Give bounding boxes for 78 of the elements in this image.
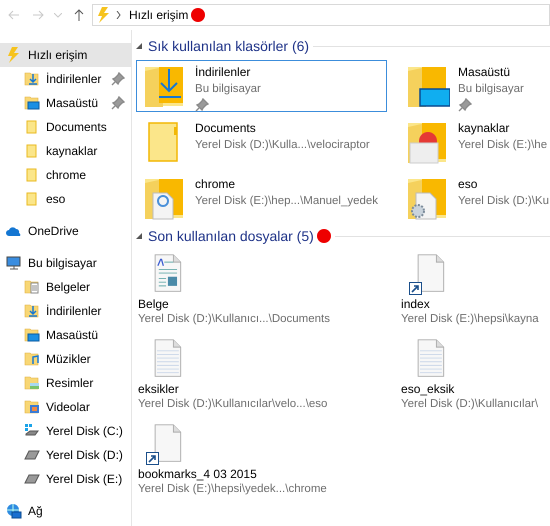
- nav-item[interactable]: Müzikler: [0, 347, 132, 371]
- nav-item[interactable]: Yerel Disk (C:): [0, 419, 132, 443]
- breadcrumb[interactable]: Hızlı erişim: [129, 6, 188, 24]
- file-name: Documents: [195, 120, 257, 137]
- file-name: index: [401, 297, 431, 312]
- file-name: Masaüstü: [458, 64, 512, 81]
- nav-item[interactable]: Videolar: [0, 395, 132, 419]
- section-header[interactable]: Son kullanılan dosyalar (5): [148, 226, 314, 246]
- file-tile[interactable]: eso_eksik Yerel Disk (D:)\Kullanıcılar\: [399, 337, 550, 413]
- network-icon: [6, 503, 22, 519]
- file-location: Bu bilgisayar: [458, 82, 524, 97]
- file-name: eso_eksik: [401, 382, 456, 397]
- nav-item[interactable]: eso: [0, 187, 132, 211]
- nav-item[interactable]: İndirilenler: [0, 67, 132, 91]
- nav-item[interactable]: Bu bilgisayar: [0, 251, 132, 275]
- videos-folder-icon: [24, 399, 40, 415]
- drive-icon: [24, 450, 40, 460]
- nav-item[interactable]: Belgeler: [0, 275, 132, 299]
- nav-item[interactable]: Yerel Disk (E:): [0, 467, 132, 491]
- file-location: Yerel Disk (D:)\Kulla...\velociraptor: [195, 138, 370, 153]
- file-location: Yerel Disk (D:)\Kullanıcılar\velo...\eso: [138, 397, 328, 412]
- nav-item[interactable]: OneDrive: [0, 219, 132, 243]
- nav-item[interactable]: Documents: [0, 115, 132, 139]
- pin-icon[interactable]: [111, 96, 126, 110]
- nav-item[interactable]: Yerel Disk (D:): [0, 443, 132, 467]
- pin-icon[interactable]: [458, 98, 472, 112]
- up-arrow-icon[interactable]: [74, 9, 84, 21]
- collapse-triangle-icon[interactable]: [136, 233, 142, 239]
- file-name: eksikler: [138, 382, 180, 397]
- file-name: Belge: [138, 297, 170, 312]
- documents-folder-icon: [24, 279, 40, 295]
- file-location: Bu bilgisayar: [195, 82, 261, 97]
- file-tile[interactable]: Belge Yerel Disk (D:)\Kullanıcı...\Documents: [136, 252, 388, 328]
- folder-tile[interactable]: Masaüstü Bu bilgisayar: [399, 60, 550, 112]
- file-location: Yerel Disk (E:)\hepsi\kayna: [401, 312, 540, 327]
- nav-item[interactable]: Resimler: [0, 371, 132, 395]
- file-location: Yerel Disk (E:)\hepsi\yedek...\chrome: [138, 482, 328, 497]
- file-name: bookmarks_4 03 2015: [138, 467, 258, 482]
- nav-item[interactable]: kaynaklar: [0, 139, 132, 163]
- desktop-folder-icon: [24, 95, 40, 111]
- folder-tile[interactable]: chrome Yerel Disk (E:)\hep...\Manuel_yedek: [136, 172, 388, 224]
- file-tile[interactable]: bookmarks_4 03 2015 Yerel Disk (E:)\hepsi\yedek...\chrome: [136, 422, 388, 498]
- folder-tile[interactable]: eso Yerel Disk (D:)\Ku: [399, 172, 550, 224]
- file-tile[interactable]: eksikler Yerel Disk (D:)\Kullanıcılar\velo...\eso: [136, 337, 388, 413]
- nav-item[interactable]: Masaüstü: [0, 91, 132, 115]
- pin-icon[interactable]: [111, 72, 126, 86]
- drive-icon: [24, 474, 40, 484]
- file-name: eso: [458, 176, 478, 193]
- section-header[interactable]: Sık kullanılan klasörler (6): [148, 36, 310, 56]
- collapse-triangle-icon[interactable]: [136, 43, 142, 49]
- music-folder-icon: [24, 351, 40, 367]
- nav-item[interactable]: chrome: [0, 163, 132, 187]
- nav-item[interactable]: Hızlı erişim: [0, 43, 132, 67]
- file-location: Yerel Disk (D:)\Kullanıcı...\Documents: [138, 312, 331, 327]
- file-location: Yerel Disk (E:)\hep...\Manuel_yedek: [195, 194, 378, 209]
- file-name: chrome: [195, 176, 236, 193]
- pictures-folder-icon: [24, 375, 40, 391]
- file-location: Yerel Disk (E:)\he: [458, 138, 548, 153]
- download-folder-icon: [24, 303, 40, 319]
- file-name: İndirilenler: [195, 64, 252, 81]
- folder-tile[interactable]: Documents Yerel Disk (D:)\Kulla...\velociraptor: [136, 116, 388, 168]
- folder-tile[interactable]: kaynaklar Yerel Disk (E:)\he: [399, 116, 550, 168]
- file-tile[interactable]: index Yerel Disk (E:)\hepsi\kayna: [399, 252, 550, 328]
- file-name: kaynaklar: [458, 120, 510, 137]
- pin-icon[interactable]: [195, 98, 210, 112]
- file-location: Yerel Disk (D:)\Kullanıcılar\: [401, 397, 540, 412]
- address-bar[interactable]: Hızlı erişim: [92, 4, 550, 26]
- download-folder-icon: [24, 71, 40, 87]
- lightning-icon: [6, 47, 22, 63]
- nav-item[interactable]: İndirilenler: [0, 299, 132, 323]
- nav-item[interactable]: Ağ: [0, 499, 132, 523]
- computer-icon: [6, 255, 22, 271]
- desktop-folder-icon: [24, 327, 40, 343]
- folder-tile[interactable]: İndirilenler Bu bilgisayar: [136, 60, 388, 112]
- lightning-icon: [96, 7, 110, 23]
- nav-item[interactable]: Masaüstü: [0, 323, 132, 347]
- file-location: Yerel Disk (D:)\Ku: [458, 194, 549, 209]
- chevron-right-icon: [116, 11, 121, 19]
